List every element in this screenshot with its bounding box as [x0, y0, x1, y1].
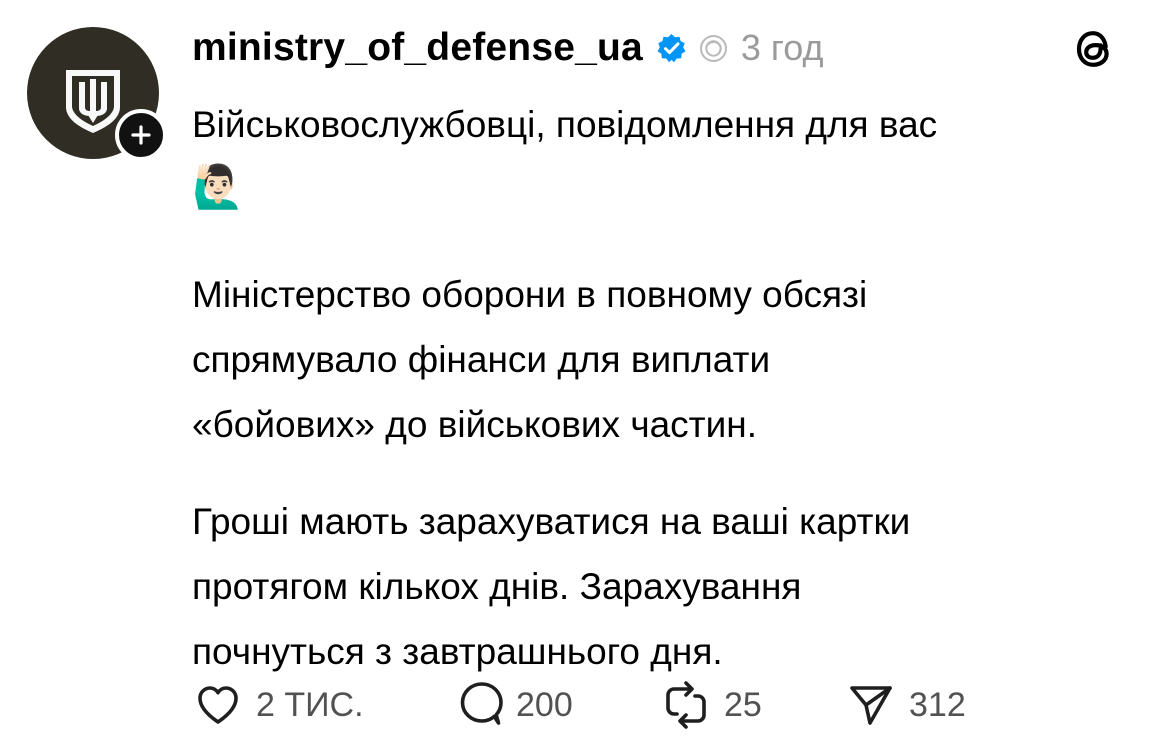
follow-button[interactable] — [115, 109, 167, 161]
comment-bubble-icon — [460, 682, 503, 725]
comment-count: 200 — [516, 685, 573, 724]
send-icon — [850, 686, 892, 725]
avatar-container[interactable] — [27, 27, 167, 161]
heart-icon — [198, 686, 238, 724]
post-time: 3 год — [740, 27, 824, 68]
post-text-line: Гроші мають зарахуватися на ваші картки — [192, 501, 911, 542]
threads-logo-icon — [1076, 31, 1109, 67]
post-text-line: спрямувало фінанси для виплати — [192, 339, 771, 380]
threads-logo-button[interactable] — [1070, 25, 1118, 73]
repost-icon — [666, 681, 706, 729]
comment-button[interactable]: 200 — [452, 679, 660, 731]
raised-hand-emoji: 🙋🏻‍♂️ — [192, 157, 1142, 217]
post-text-line: Міністерство оборони в повному обсязі — [192, 274, 868, 315]
post-text-line: Військовослужбовці, повідомлення для вас — [192, 104, 938, 145]
repost-count: 25 — [724, 685, 762, 724]
post-text-line: «бойових» до військових частин. — [192, 404, 758, 445]
threads-ring-icon — [698, 33, 729, 64]
like-button[interactable]: 2 ТИС. — [192, 679, 452, 731]
share-count: 312 — [909, 685, 966, 724]
username[interactable]: ministry_of_defense_ua — [192, 26, 643, 70]
threads-post: ministry_of_defense_ua 3 год Військовосл… — [0, 0, 1166, 752]
post-content: Військовослужбовці, повідомлення для вас… — [192, 92, 1142, 684]
repost-button[interactable]: 25 — [660, 679, 845, 731]
plus-icon — [131, 125, 151, 145]
post-header: ministry_of_defense_ua 3 год — [192, 20, 824, 76]
like-count: 2 ТИС. — [256, 685, 364, 724]
post-text-line: почнуться з завтрашнього дня. — [192, 631, 723, 672]
emoji-text: 🙋🏻‍♂️ — [192, 163, 245, 210]
post-actions: 2 ТИС. 200 25 312 — [192, 680, 1015, 730]
verified-badge-icon — [655, 32, 688, 65]
post-text-line: протягом кількох днів. Зарахування — [192, 566, 802, 607]
share-button[interactable]: 312 — [845, 679, 1015, 731]
